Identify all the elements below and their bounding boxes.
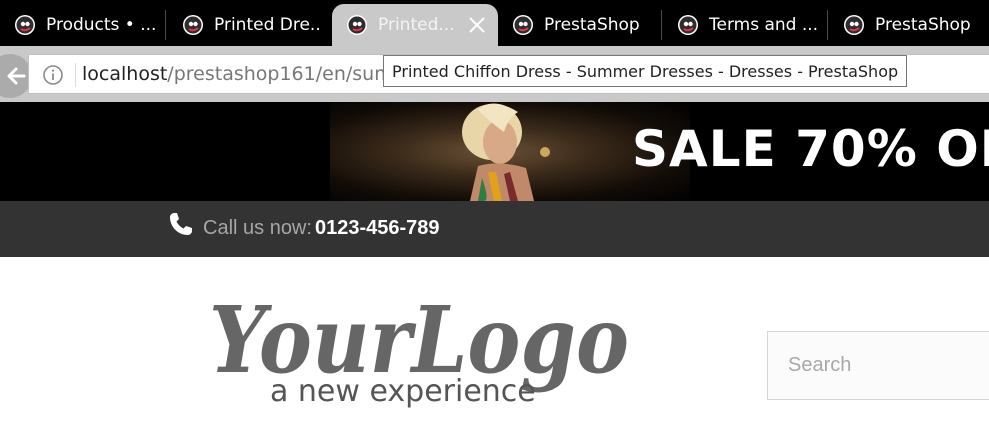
prestashop-favicon-icon (678, 15, 698, 35)
prestashop-favicon-icon (513, 15, 533, 35)
address-divider (75, 63, 76, 87)
tab-label: PrestaShop (875, 15, 971, 35)
tab-prestashop-1[interactable]: PrestaShop (512, 4, 652, 46)
browser-tabstrip: Products • ... Printed Dre... Printed... (0, 0, 989, 46)
tab-terms[interactable]: Terms and ... (677, 4, 817, 46)
info-icon[interactable] (42, 64, 64, 86)
sale-headline: SALE 70% OFF (632, 120, 989, 178)
tab-label: Printed Dre... (214, 15, 322, 35)
search-input[interactable] (767, 331, 989, 400)
tab-label: Printed... (378, 15, 455, 35)
close-icon (468, 17, 485, 33)
tab-label: Products • ... (46, 15, 157, 35)
model-photo (462, 103, 550, 201)
call-label: Call us now: (203, 217, 312, 239)
phone-icon (170, 213, 192, 235)
tab-divider (827, 10, 828, 40)
tab-printed-active[interactable]: Printed... (332, 4, 498, 46)
url-path: /prestashop161/en/sum (167, 63, 393, 85)
close-tab-button[interactable] (467, 15, 487, 35)
sale-banner[interactable]: SALE 70% OFF (0, 102, 989, 201)
tab-divider (661, 10, 662, 40)
tab-divider (165, 10, 166, 40)
url-text[interactable]: localhost/prestashop161/en/sum (82, 63, 393, 85)
prestashop-favicon-icon (183, 15, 203, 35)
tab-products[interactable]: Products • ... (14, 4, 160, 46)
prestashop-favicon-icon (844, 15, 864, 35)
tab-prestashop-2[interactable]: PrestaShop (843, 4, 989, 46)
tab-tooltip: Printed Chiffon Dress - Summer Dresses -… (383, 55, 908, 87)
logo-tagline: a new experience (270, 374, 536, 409)
arrow-left-icon (7, 67, 26, 85)
prestashop-favicon-icon (347, 15, 367, 35)
prestashop-favicon-icon (15, 15, 35, 35)
phone-number: 0123-456-789 (315, 217, 440, 239)
contact-bar: Call us now: 0123-456-789 (0, 201, 989, 257)
url-host: localhost (82, 63, 168, 85)
tab-printed-dress[interactable]: Printed Dre... (182, 4, 322, 46)
tab-label: Terms and ... (709, 15, 817, 35)
tab-label: PrestaShop (544, 15, 640, 35)
